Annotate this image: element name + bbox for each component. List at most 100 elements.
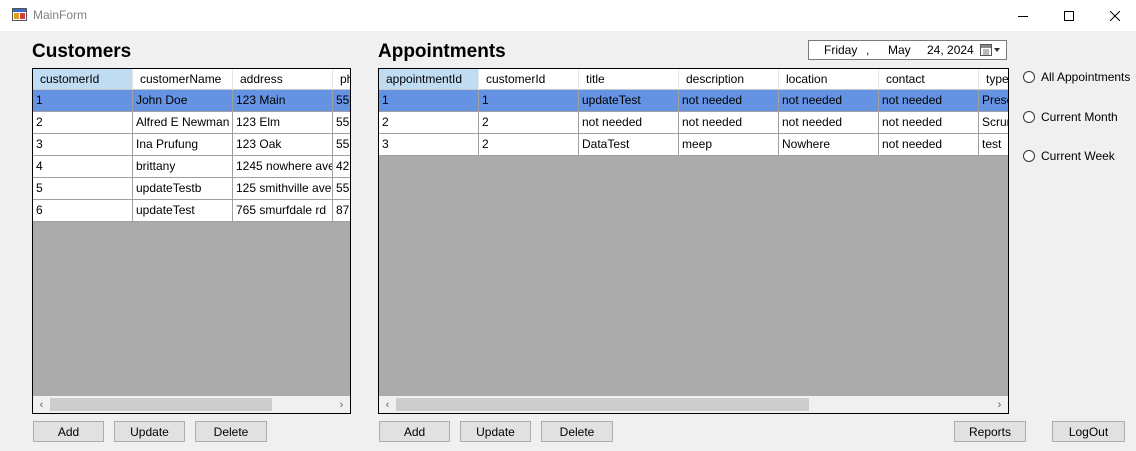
- filter-all-label: All Appointments: [1041, 70, 1131, 84]
- table-cell[interactable]: 2: [379, 112, 479, 134]
- table-cell[interactable]: 125 smithville ave: [233, 178, 333, 200]
- table-cell[interactable]: Scrum: [979, 112, 1008, 134]
- scroll-right-icon[interactable]: ›: [991, 396, 1008, 413]
- customers-grid[interactable]: customerIdcustomerNameaddressph1John Doe…: [32, 68, 351, 414]
- table-cell[interactable]: not needed: [879, 134, 979, 156]
- table-row[interactable]: 3 Ina Prufung 123 Oak 55: [33, 134, 350, 156]
- customers-horizontal-scrollbar[interactable]: ‹ ›: [33, 396, 350, 413]
- radio-circle[interactable]: [1023, 71, 1035, 83]
- window-title: MainForm: [33, 8, 88, 22]
- table-cell[interactable]: 55: [333, 90, 350, 112]
- radio-circle[interactable]: [1023, 111, 1035, 123]
- column-header[interactable]: customerId: [33, 69, 133, 90]
- filter-all-appointments-radio[interactable]: All Appointments: [1023, 69, 1130, 85]
- column-header[interactable]: location: [779, 69, 879, 90]
- app-form-icon: [12, 8, 27, 21]
- table-cell[interactable]: 1245 nowhere ave: [233, 156, 333, 178]
- appointment-add-button[interactable]: Add: [379, 421, 450, 442]
- table-cell[interactable]: 1: [379, 90, 479, 112]
- appointments-horizontal-scrollbar[interactable]: ‹ ›: [379, 396, 1008, 413]
- table-cell[interactable]: not needed: [879, 112, 979, 134]
- filter-current-month-radio[interactable]: Current Month: [1023, 109, 1118, 125]
- column-header[interactable]: customerName: [133, 69, 233, 90]
- table-cell[interactable]: 1: [479, 90, 579, 112]
- table-cell[interactable]: 1: [33, 90, 133, 112]
- table-row[interactable]: 3 2 DataTest meep Nowhere not needed test: [379, 134, 1008, 156]
- table-cell[interactable]: 3: [33, 134, 133, 156]
- table-cell[interactable]: updateTestb: [133, 178, 233, 200]
- column-header[interactable]: contact: [879, 69, 979, 90]
- column-header[interactable]: title: [579, 69, 679, 90]
- table-cell[interactable]: not needed: [679, 90, 779, 112]
- appointment-delete-button[interactable]: Delete: [541, 421, 613, 442]
- table-cell[interactable]: not needed: [879, 90, 979, 112]
- scroll-thumb[interactable]: [396, 398, 809, 411]
- scroll-thumb[interactable]: [50, 398, 272, 411]
- table-cell[interactable]: 87: [333, 200, 350, 222]
- table-cell[interactable]: 55: [333, 112, 350, 134]
- table-cell[interactable]: 2: [33, 112, 133, 134]
- table-cell[interactable]: 765 smurfdale rd: [233, 200, 333, 222]
- column-header[interactable]: description: [679, 69, 779, 90]
- table-cell[interactable]: Nowhere: [779, 134, 879, 156]
- table-cell[interactable]: 6: [33, 200, 133, 222]
- scroll-right-icon[interactable]: ›: [333, 396, 350, 413]
- table-cell[interactable]: updateTest: [133, 200, 233, 222]
- table-row[interactable]: 1 1 updateTest not needed not needed not need…: [379, 90, 1008, 112]
- appointments-grid[interactable]: appointmentId customerId title description l…: [378, 68, 1009, 414]
- table-cell[interactable]: John Doe: [133, 90, 233, 112]
- column-header[interactable]: appointmentId: [379, 69, 479, 90]
- table-row[interactable]: 2 Alfred E Newman 123 Elm 55: [33, 112, 350, 134]
- table-row[interactable]: 6 updateTest 765 smurfdale rd 87: [33, 200, 350, 222]
- filter-month-label: Current Month: [1041, 110, 1118, 124]
- maximize-button[interactable]: [1046, 0, 1092, 31]
- table-cell[interactable]: not needed: [779, 112, 879, 134]
- appointment-date-picker[interactable]: Friday , May 24, 2024: [808, 40, 1007, 60]
- column-header[interactable]: ph: [333, 69, 350, 90]
- table-cell[interactable]: 123 Oak: [233, 134, 333, 156]
- scroll-left-icon[interactable]: ‹: [379, 396, 396, 413]
- customer-update-button[interactable]: Update: [114, 421, 185, 442]
- table-cell[interactable]: 5: [33, 178, 133, 200]
- table-cell[interactable]: 2: [479, 134, 579, 156]
- table-cell[interactable]: 123 Elm: [233, 112, 333, 134]
- table-cell[interactable]: 42: [333, 156, 350, 178]
- table-cell[interactable]: Prese: [979, 90, 1008, 112]
- table-cell[interactable]: 3: [379, 134, 479, 156]
- scroll-left-icon[interactable]: ‹: [33, 396, 50, 413]
- customers-heading: Customers: [32, 41, 132, 62]
- table-cell[interactable]: 4: [33, 156, 133, 178]
- reports-button[interactable]: Reports: [954, 421, 1026, 442]
- table-row[interactable]: 1 John Doe 123 Main 55: [33, 90, 350, 112]
- table-cell[interactable]: 123 Main: [233, 90, 333, 112]
- table-cell[interactable]: Ina Prufung: [133, 134, 233, 156]
- table-cell[interactable]: Alfred E Newman: [133, 112, 233, 134]
- table-cell[interactable]: not needed: [579, 112, 679, 134]
- radio-circle[interactable]: [1023, 150, 1035, 162]
- logout-button[interactable]: LogOut: [1052, 421, 1125, 442]
- customer-delete-button[interactable]: Delete: [195, 421, 267, 442]
- table-cell[interactable]: meep: [679, 134, 779, 156]
- appointment-update-button[interactable]: Update: [460, 421, 531, 442]
- table-cell[interactable]: 55: [333, 178, 350, 200]
- table-cell[interactable]: 55: [333, 134, 350, 156]
- table-cell[interactable]: 2: [479, 112, 579, 134]
- grid-header-row: appointmentId customerId title description l…: [379, 69, 1008, 90]
- column-header[interactable]: customerId: [479, 69, 579, 90]
- table-row[interactable]: 2 2 not needed not needed not needed not need…: [379, 112, 1008, 134]
- minimize-button[interactable]: [1000, 0, 1046, 31]
- table-cell[interactable]: not needed: [779, 90, 879, 112]
- table-cell[interactable]: test: [979, 134, 1008, 156]
- table-cell[interactable]: brittany: [133, 156, 233, 178]
- filter-current-week-radio[interactable]: Current Week: [1023, 148, 1115, 164]
- table-cell[interactable]: updateTest: [579, 90, 679, 112]
- table-cell[interactable]: not needed: [679, 112, 779, 134]
- customer-add-button[interactable]: Add: [33, 421, 104, 442]
- column-header[interactable]: type: [979, 69, 1008, 90]
- close-button[interactable]: [1092, 0, 1136, 31]
- table-row[interactable]: 5 updateTestb 125 smithville ave 55: [33, 178, 350, 200]
- table-cell[interactable]: DataTest: [579, 134, 679, 156]
- column-header[interactable]: address: [233, 69, 333, 90]
- calendar-dropdown-icon[interactable]: [979, 43, 1003, 57]
- table-row[interactable]: 4 brittany 1245 nowhere ave 42: [33, 156, 350, 178]
